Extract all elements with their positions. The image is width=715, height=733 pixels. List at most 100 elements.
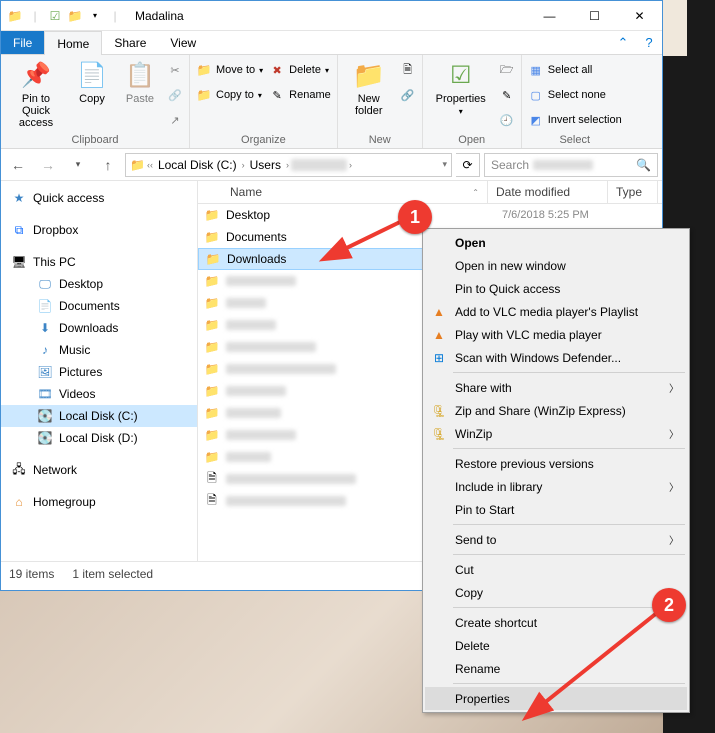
menu-vlc-add[interactable]: ▲Add to VLC media player's Playlist (425, 300, 687, 323)
maximize-button[interactable]: ☐ (572, 2, 617, 30)
delete-icon: ✖ (269, 62, 285, 78)
tab-home[interactable]: Home (44, 31, 102, 55)
nav-music[interactable]: ♪Music (1, 339, 197, 361)
newitem-icon: 🗎 (400, 62, 416, 78)
menu-open-new-window[interactable]: Open in new window (425, 254, 687, 277)
nav-network[interactable]: 🖧Network (1, 459, 197, 481)
column-type[interactable]: Type (608, 181, 658, 203)
menu-send-to[interactable]: Send to〉 (425, 528, 687, 551)
nav-local-c[interactable]: 💽Local Disk (C:) (1, 405, 197, 427)
new-folder-button[interactable]: New folder (344, 59, 394, 117)
new-item-button[interactable]: 🗎 (400, 59, 416, 81)
chevron-icon[interactable]: › (286, 160, 289, 170)
ribbon-group-clipboard: 📌 Pin to Quick access 📄 Copy 📋 Paste ✂ 🔗… (1, 55, 190, 148)
menu-share-with[interactable]: Share with〉 (425, 376, 687, 399)
chevron-icon[interactable]: › (242, 160, 245, 170)
menu-defender[interactable]: ⊞Scan with Windows Defender... (425, 346, 687, 369)
menu-open[interactable]: Open (425, 231, 687, 254)
pin-icon: 📌 (20, 59, 52, 91)
history-button[interactable]: 🕘 (499, 109, 515, 131)
edit-button[interactable]: ✎ (499, 84, 515, 106)
breadcrumb-seg-2[interactable]: Users (247, 158, 284, 172)
minimize-button[interactable]: — (527, 2, 572, 30)
selectnone-icon: ▢ (528, 87, 544, 103)
menu-pin-quick-access[interactable]: Pin to Quick access (425, 277, 687, 300)
copy-icon: 📄 (76, 59, 108, 91)
qat-dropdown-icon[interactable]: ▾ (87, 8, 103, 24)
help-icon[interactable]: ? (636, 31, 662, 54)
copyto-button[interactable]: Copy to ▾ (196, 84, 263, 106)
delete-button[interactable]: ✖Delete ▾ (269, 59, 331, 81)
tab-file[interactable]: File (1, 31, 44, 54)
nav-homegroup[interactable]: ⌂Homegroup (1, 491, 197, 513)
nav-downloads[interactable]: ⬇Downloads (1, 317, 197, 339)
menu-winzip-express[interactable]: 🗜Zip and Share (WinZip Express) (425, 399, 687, 422)
breadcrumb[interactable]: ‹‹ Local Disk (C:) › Users › › ▾ (125, 153, 452, 177)
qat-sep2: | (107, 8, 123, 24)
search-input[interactable]: Search 🔍 (484, 153, 658, 177)
pin-quick-access-button[interactable]: 📌 Pin to Quick access (7, 59, 65, 129)
ribbon-group-new: New folder 🗎 🔗 New (338, 55, 423, 148)
nav-this-pc[interactable]: 🖥This PC (1, 251, 197, 273)
column-date[interactable]: Date modified (488, 181, 608, 203)
menu-delete[interactable]: Delete (425, 634, 687, 657)
select-all-button[interactable]: ▦Select all (528, 59, 622, 81)
nav-documents[interactable]: 📄Documents (1, 295, 197, 317)
nav-pictures[interactable]: 🖼Pictures (1, 361, 197, 383)
copy-path-button: 🔗 (167, 84, 183, 106)
menu-vlc-play[interactable]: ▲Play with VLC media player (425, 323, 687, 346)
properties-button[interactable]: ☑ Properties ▾ (429, 59, 493, 116)
cut-icon: ✂ (167, 62, 183, 78)
refresh-button[interactable]: ⟳ (456, 153, 480, 177)
window-icon (7, 8, 23, 24)
moveto-button[interactable]: Move to ▾ (196, 59, 263, 81)
chevron-icon[interactable]: ‹‹ (147, 160, 153, 170)
menu-create-shortcut[interactable]: Create shortcut (425, 611, 687, 634)
chevron-right-icon: 〉 (669, 380, 679, 395)
open-button[interactable]: 🗁 (499, 59, 515, 81)
column-name[interactable]: Name⌃ (198, 181, 488, 203)
invert-selection-button[interactable]: ◩Invert selection (528, 109, 622, 131)
menu-include-library[interactable]: Include in library〉 (425, 475, 687, 498)
ribbon-group-organize: Move to ▾ Copy to ▾ ✖Delete ▾ ✎Rename Or… (190, 55, 338, 148)
address-dropdown-icon[interactable]: ▾ (442, 159, 447, 170)
winzip-icon: 🗜 (431, 426, 447, 442)
menu-restore-versions[interactable]: Restore previous versions (425, 452, 687, 475)
menu-winzip[interactable]: 🗜WinZip〉 (425, 422, 687, 445)
qat-newfolder-icon[interactable] (67, 8, 83, 24)
addressbar-row: ← → ▾ ↑ ‹‹ Local Disk (C:) › Users › › ▾… (1, 149, 662, 181)
homegroup-icon: ⌂ (11, 494, 27, 510)
nav-recent-button[interactable]: ▾ (65, 152, 91, 178)
breadcrumb-seg-1[interactable]: Local Disk (C:) (155, 158, 240, 172)
select-none-button[interactable]: ▢Select none (528, 84, 622, 106)
nav-local-d[interactable]: 💽Local Disk (D:) (1, 427, 197, 449)
ribbon-tabs: File Home Share View ⌃ ? (1, 31, 662, 55)
rename-button[interactable]: ✎Rename (269, 84, 331, 106)
quickaccess-icon: ★ (11, 190, 27, 206)
copy-button[interactable]: 📄 Copy (71, 59, 113, 105)
window-title: Madalina (129, 9, 184, 23)
menu-properties[interactable]: Properties (425, 687, 687, 710)
menu-rename[interactable]: Rename (425, 657, 687, 680)
paste-button: 📋 Paste (119, 59, 161, 105)
nav-back-button[interactable]: ← (5, 152, 31, 178)
menu-cut[interactable]: Cut (425, 558, 687, 581)
status-count: 19 items (9, 567, 54, 581)
nav-quick-access[interactable]: ★Quick access (1, 187, 197, 209)
nav-videos[interactable]: 🎞Videos (1, 383, 197, 405)
ribbon-group-select: ▦Select all ▢Select none ◩Invert selecti… (522, 55, 628, 148)
easy-access-button[interactable]: 🔗 (400, 84, 416, 106)
ribbon-collapse-icon[interactable]: ⌃ (610, 31, 636, 54)
menu-pin-start[interactable]: Pin to Start (425, 498, 687, 521)
tab-view[interactable]: View (158, 31, 208, 54)
chevron-icon[interactable]: › (349, 160, 352, 170)
breadcrumb-seg-3[interactable] (291, 159, 347, 171)
nav-up-button[interactable]: ↑ (95, 152, 121, 178)
nav-desktop[interactable]: 🖵Desktop (1, 273, 197, 295)
close-button[interactable]: ✕ (617, 2, 662, 30)
qat-properties-icon[interactable]: ☑ (47, 8, 63, 24)
nav-dropbox[interactable]: ⧉Dropbox (1, 219, 197, 241)
menu-separator (453, 554, 685, 555)
menu-copy[interactable]: Copy (425, 581, 687, 604)
tab-share[interactable]: Share (102, 31, 158, 54)
